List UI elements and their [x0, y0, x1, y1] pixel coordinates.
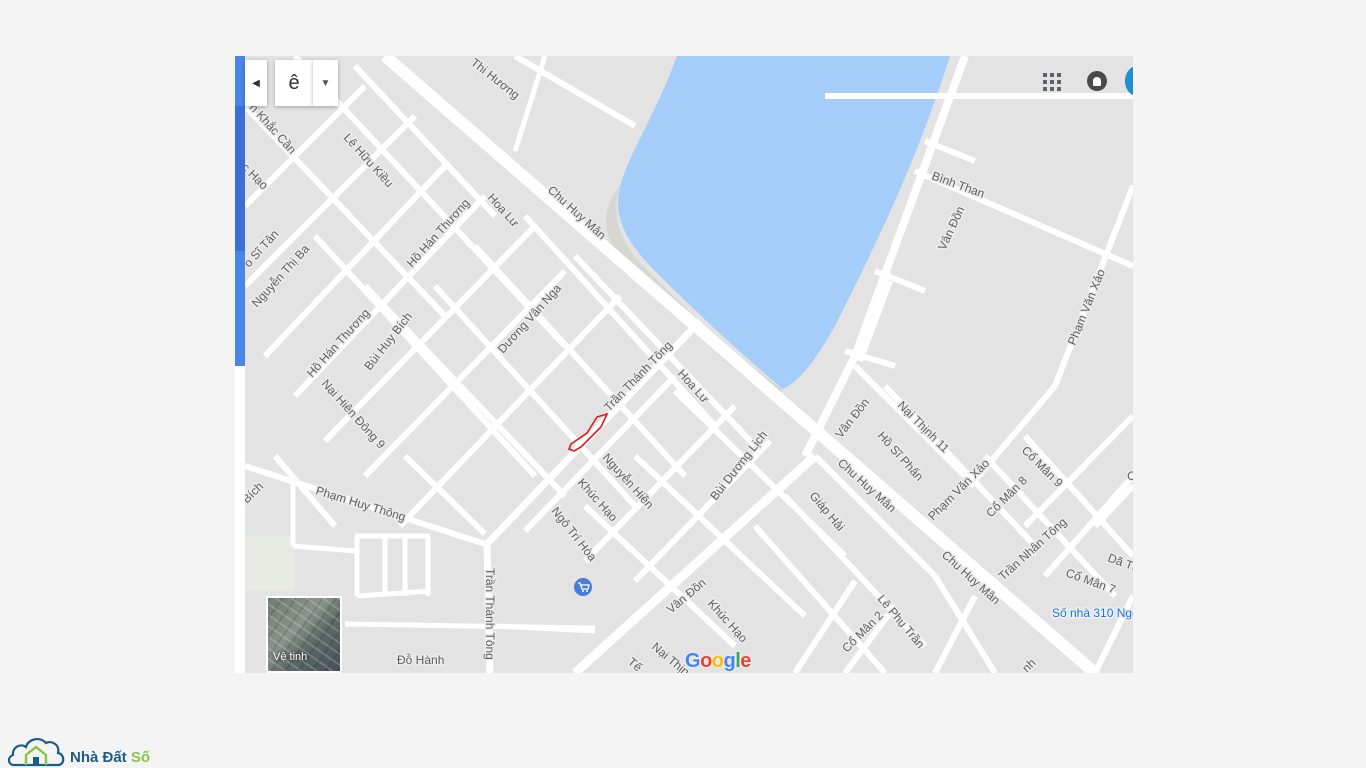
shopping-cart-icon[interactable] [574, 578, 592, 596]
site-logo[interactable]: Nhà Đất Số [6, 733, 150, 767]
google-logo: Google [685, 650, 751, 673]
notifications-bell-icon[interactable] [1087, 71, 1107, 91]
language-button[interactable]: ê [275, 60, 313, 106]
satellite-label: Vệ tinh [273, 651, 308, 663]
address-label: Số nhà 310 Ngọ [1052, 606, 1133, 620]
side-panel-accent-dark [235, 106, 245, 251]
logo-letter: o [711, 650, 724, 672]
logo-letter: g [723, 650, 736, 672]
street-label: Trần Thánh Tông [483, 568, 497, 660]
collapse-panel-button[interactable]: ◀ [245, 60, 267, 106]
brand-name: Nhà Đất Số [70, 749, 150, 766]
logo-letter: o [700, 650, 712, 672]
language-dropdown-toggle[interactable]: ▼ [313, 60, 338, 106]
satellite-toggle[interactable]: Vệ tinh [266, 596, 342, 673]
map-canvas[interactable]: Thi Hương n Khắc Cần Lê Hữu Kiều c Hạo o… [235, 56, 1133, 673]
brand-name-part1: Nhà Đất [70, 749, 131, 766]
logo-letter: G [685, 650, 701, 672]
street-label: Đỗ Hành [397, 652, 444, 667]
language-label: ê [288, 71, 300, 94]
cloud-house-icon [7, 737, 65, 767]
map-frame[interactable]: Thi Hương n Khắc Cần Lê Hữu Kiều c Hạo o… [235, 56, 1133, 673]
apps-grid-icon[interactable] [1043, 73, 1061, 91]
chevron-down-icon: ▼ [320, 77, 331, 89]
caret-left-icon: ◀ [252, 77, 260, 89]
logo-letter: e [740, 650, 751, 672]
side-panel-strip[interactable] [235, 56, 245, 673]
brand-name-part2: Số [130, 749, 151, 766]
park-area [245, 536, 295, 591]
